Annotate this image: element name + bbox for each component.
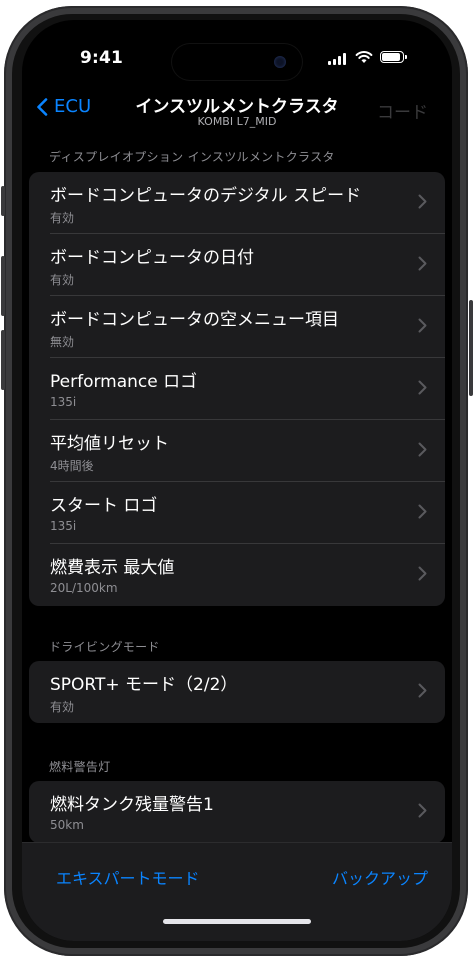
row-title: ボードコンピュータのデジタル スピード — [50, 186, 362, 206]
section-header-fuel-warning: 燃料警告灯 — [49, 760, 111, 774]
row-title: 燃料タンク残量警告1 — [50, 795, 214, 815]
list-item[interactable]: ボードコンピュータの日付 有効 — [29, 234, 445, 296]
navigation-bar: ECU インスツルメントクラスタ KOMBI L7_MID コード — [22, 88, 452, 134]
settings-list: ディスプレイオプション インスツルメントクラスタ ボードコンピュータのデジタル … — [22, 140, 452, 941]
dynamic-island — [172, 44, 302, 80]
camera-icon — [274, 56, 286, 68]
status-time: 9:41 — [80, 48, 124, 68]
chevron-right-icon — [418, 566, 427, 581]
row-value: 20L/100km — [50, 581, 118, 595]
row-value: 135i — [50, 395, 77, 409]
power-button — [469, 300, 473, 396]
chevron-right-icon — [418, 442, 427, 457]
chevron-right-icon — [418, 256, 427, 271]
row-title: 燃費表示 最大値 — [50, 558, 175, 578]
row-title: Performance ロゴ — [50, 372, 198, 392]
chevron-right-icon — [418, 683, 427, 698]
backup-button[interactable]: バックアップ — [332, 865, 428, 889]
action-button — [1, 186, 5, 216]
list-item[interactable]: 燃費表示 最大値 20L/100km — [29, 544, 445, 606]
row-title: 平均値リセット — [50, 434, 169, 454]
row-value: 無効 — [50, 335, 75, 349]
cellular-signal-icon — [328, 53, 346, 65]
row-value: 4時間後 — [50, 459, 94, 473]
list-item[interactable]: スタート ロゴ 135i — [29, 482, 445, 544]
row-title: ボードコンピュータの空メニュー項目 — [50, 310, 339, 330]
battery-icon — [380, 51, 407, 63]
row-value: 有効 — [50, 211, 75, 225]
code-button[interactable]: コード — [377, 98, 428, 123]
settings-group-driving-mode: SPORT+ モード（2/2） 有効 — [29, 661, 445, 723]
row-value: 50km — [50, 818, 84, 832]
row-title: ボードコンピュータの日付 — [50, 248, 254, 268]
chevron-right-icon — [418, 803, 427, 818]
list-item[interactable]: 平均値リセット 4時間後 — [29, 420, 445, 482]
chevron-right-icon — [418, 504, 427, 519]
list-item[interactable]: SPORT+ モード（2/2） 有効 — [29, 661, 445, 723]
list-item[interactable]: ボードコンピュータの空メニュー項目 無効 — [29, 296, 445, 358]
settings-group-fuel-warning: 燃料タンク残量警告1 50km — [29, 781, 445, 843]
home-indicator[interactable] — [163, 919, 311, 924]
chevron-right-icon — [418, 380, 427, 395]
screen: 9:41 ECU インスツルメントクラスタ KOMBI L7_MID コード デ… — [22, 20, 452, 941]
expert-mode-button[interactable]: エキスパートモード — [56, 865, 200, 889]
row-value: 有効 — [50, 700, 75, 714]
status-bar: 9:41 — [22, 20, 452, 80]
row-title: スタート ロゴ — [50, 496, 158, 516]
battery-level — [382, 53, 400, 61]
list-item[interactable]: Performance ロゴ 135i — [29, 358, 445, 420]
list-item[interactable]: 燃料タンク残量警告1 50km — [29, 781, 445, 843]
wifi-icon — [355, 51, 373, 63]
list-item[interactable]: ボードコンピュータのデジタル スピード 有効 — [29, 172, 445, 234]
row-title: SPORT+ モード（2/2） — [50, 675, 238, 695]
volume-down-button — [1, 330, 5, 390]
volume-up-button — [1, 256, 5, 316]
chevron-right-icon — [418, 194, 427, 209]
chevron-right-icon — [418, 318, 427, 333]
settings-group-display-options: ボードコンピュータのデジタル スピード 有効 ボードコンピュータの日付 有効 ボ… — [29, 172, 445, 606]
section-header-driving-mode: ドライビングモード — [49, 640, 160, 654]
bottom-toolbar: エキスパートモード バックアップ — [22, 842, 452, 941]
row-value: 有効 — [50, 273, 75, 287]
section-header-display-options: ディスプレイオプション インスツルメントクラスタ — [49, 150, 335, 164]
row-value: 135i — [50, 519, 77, 533]
